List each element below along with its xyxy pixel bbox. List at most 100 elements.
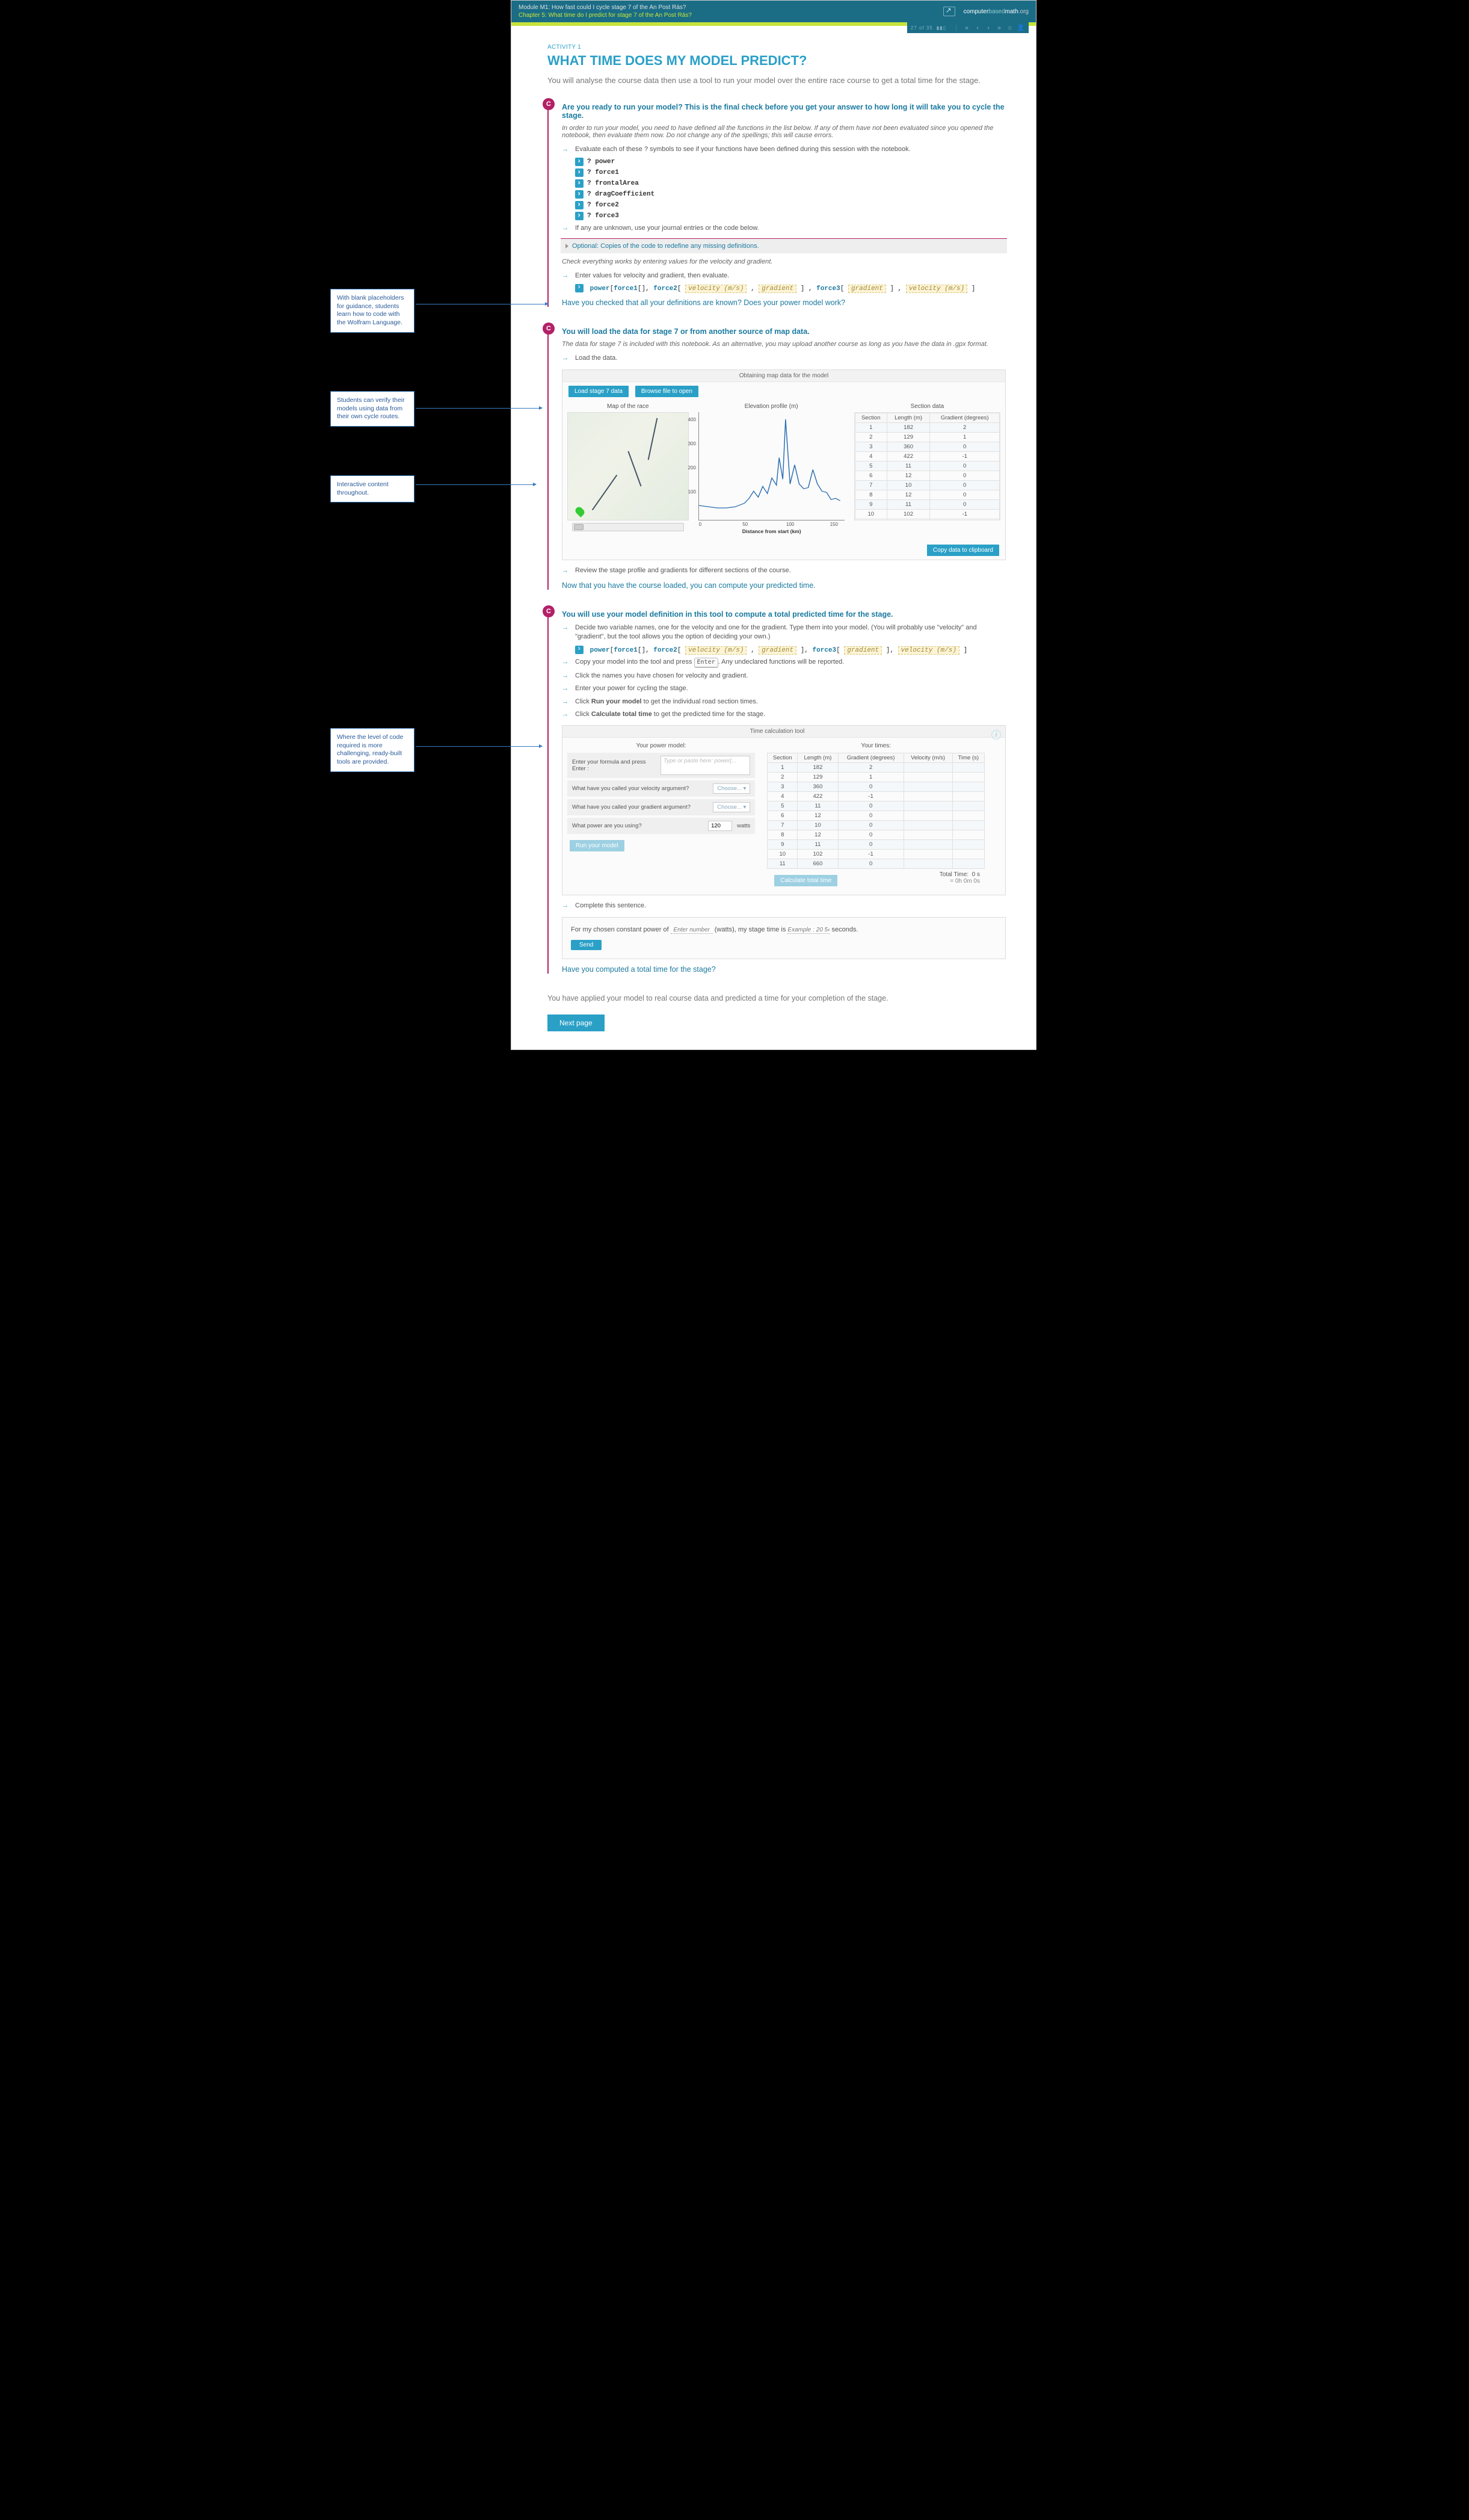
eval-icon[interactable] xyxy=(575,646,584,654)
code-input-line[interactable]: power[force1[], force2[ velocity (m/s) ,… xyxy=(575,646,1006,654)
eval-icon[interactable] xyxy=(575,284,584,292)
step-text: Click Run your model to get the individu… xyxy=(575,697,758,706)
section-compute-time: C You will use your model definition in … xyxy=(547,610,1006,974)
copy-data-button[interactable]: Copy data to clipboard xyxy=(927,545,999,556)
table-row: 11822 xyxy=(768,763,985,773)
field-label: What have you called your gradient argum… xyxy=(572,804,708,811)
page-title: WHAT TIME DOES MY MODEL PREDICT? xyxy=(547,53,1006,69)
table-row: 9110 xyxy=(855,499,999,509)
col-heading: Your times: xyxy=(767,743,985,749)
nav-next-icon[interactable]: › xyxy=(984,25,993,31)
table-row: 4422-1 xyxy=(855,451,999,461)
step-text: Evaluate each of these ? symbols to see … xyxy=(575,145,911,154)
section-load-data: C You will load the data for stage 7 or … xyxy=(547,327,1006,590)
table-row: 11822 xyxy=(855,422,999,432)
map-slider[interactable] xyxy=(572,523,684,531)
table-row: 4422-1 xyxy=(768,792,985,801)
power-answer-input[interactable] xyxy=(671,927,713,934)
load-stage7-button[interactable]: Load stage 7 data xyxy=(568,386,629,397)
table-row: 7100 xyxy=(855,480,999,490)
map-marker-icon xyxy=(574,505,586,517)
definition-check[interactable]: ? dragCoefficient xyxy=(575,190,1006,199)
calc-total-button[interactable]: Calculate total time xyxy=(774,875,837,886)
nav-controls: « ‹ › » ⌂ 👤 xyxy=(956,25,1025,31)
table-row: 5110 xyxy=(768,801,985,811)
step-text: Decide two variable names, one for the v… xyxy=(575,623,1006,642)
sentence-completion: For my chosen constant power of (watts),… xyxy=(562,917,1006,959)
eval-icon[interactable] xyxy=(575,190,584,199)
run-model-button[interactable]: Run your model xyxy=(570,840,624,851)
compute-badge: C xyxy=(543,98,555,110)
send-button[interactable]: Send xyxy=(571,940,602,950)
home-icon[interactable]: ⌂ xyxy=(1006,25,1014,31)
table-row: 116600 xyxy=(768,859,985,869)
browse-file-button[interactable]: Browse file to open xyxy=(635,386,698,397)
table-header: Gradient (degrees) xyxy=(838,753,904,763)
brand-logo[interactable]: computerbasedmath.org xyxy=(964,8,1029,15)
annotation-placeholders: With blank placeholders for guidance, st… xyxy=(330,289,414,333)
power-input[interactable] xyxy=(708,821,732,831)
table-row: 8120 xyxy=(768,830,985,840)
header-bar: Module M1: How fast could I cycle stage … xyxy=(511,1,1036,22)
table-header: Time (s) xyxy=(952,753,984,763)
step-text: Enter your power for cycling the stage. xyxy=(575,684,688,693)
code-input-line[interactable]: power[force1[], force2[ velocity (m/s) ,… xyxy=(575,284,1006,292)
route-map[interactable] xyxy=(567,412,689,520)
next-page-button[interactable]: Next page xyxy=(547,1014,605,1031)
step-text: Load the data. xyxy=(575,354,617,363)
panel-title: Time calculation tool xyxy=(750,728,805,735)
eval-icon[interactable] xyxy=(575,179,584,188)
table-row: 33600 xyxy=(768,782,985,792)
nav-last-icon[interactable]: » xyxy=(995,25,1003,31)
compute-badge: C xyxy=(543,605,555,617)
nav-prev-icon[interactable]: ‹ xyxy=(973,25,982,31)
eval-icon[interactable] xyxy=(575,168,584,177)
nav-first-icon[interactable]: « xyxy=(962,25,971,31)
total-label: Total Time: xyxy=(940,871,969,878)
gradient-select[interactable]: Choose... ▾ xyxy=(713,802,750,812)
annotation-tools: Where the level of code required is more… xyxy=(330,728,414,772)
definition-check[interactable]: ? power xyxy=(575,158,1006,166)
step-text: Complete this sentence. xyxy=(575,901,646,910)
table-title: Section data xyxy=(854,403,1000,410)
table-row: 7100 xyxy=(768,821,985,830)
field-label: Enter your formula and press Enter : xyxy=(572,759,656,772)
table-header: Gradient (degrees) xyxy=(930,413,1000,422)
share-icon[interactable] xyxy=(943,7,955,16)
map-title: Map of the race xyxy=(567,403,689,410)
section-question: Now that you have the course loaded, you… xyxy=(562,581,1006,590)
section-check-model: C Are you ready to run your model? This … xyxy=(547,103,1006,307)
velocity-select[interactable]: Choose... ▾ xyxy=(713,783,750,794)
table-row: 10102-1 xyxy=(855,509,999,519)
eval-icon[interactable] xyxy=(575,212,584,220)
step-text: Review the stage profile and gradients f… xyxy=(575,566,791,575)
eval-icon[interactable] xyxy=(575,201,584,209)
time-answer-input[interactable] xyxy=(787,927,830,934)
annotation-interactive: Interactive content throughout. xyxy=(330,475,414,502)
formula-input[interactable]: Type or paste here: power[... xyxy=(661,756,750,775)
table-row: 10102-1 xyxy=(768,850,985,859)
page: Module M1: How fast could I cycle stage … xyxy=(511,0,1036,1050)
section-data-table: SectionLength (m)Gradient (degrees)11822… xyxy=(855,413,1000,520)
table-header: Length (m) xyxy=(887,413,930,422)
definition-check[interactable]: ? force1 xyxy=(575,168,1006,177)
closing-text: You have applied your model to real cour… xyxy=(547,994,1006,1002)
step-text: Copy your model into the tool and press … xyxy=(575,658,844,668)
table-header: Section xyxy=(855,413,887,422)
chapter-title: Chapter 5: What time do I predict for st… xyxy=(519,11,692,19)
chart-title: Elevation profile (m) xyxy=(694,403,849,410)
eval-icon[interactable] xyxy=(575,158,584,166)
module-title: Module M1: How fast could I cycle stage … xyxy=(519,4,692,11)
definition-check[interactable]: ? frontalArea xyxy=(575,179,1006,188)
optional-expand[interactable]: Optional: Copies of the code to redefine… xyxy=(561,238,1007,253)
chart-xlabel: Distance from start (km) xyxy=(699,528,845,534)
user-icon[interactable]: 👤 xyxy=(1017,25,1025,31)
total-value: 0 s xyxy=(972,871,980,878)
section-heading: You will load the data for stage 7 or fr… xyxy=(562,327,1006,336)
definition-check[interactable]: ? force2 xyxy=(575,201,1006,209)
definition-check[interactable]: ? force3 xyxy=(575,212,1006,220)
section-subtext: Check everything works by entering value… xyxy=(562,258,1006,265)
info-icon[interactable]: i xyxy=(991,730,1001,740)
map-data-panel: Obtaining map data for the model Load st… xyxy=(562,369,1006,560)
total-alt: = 0h 0m 0s xyxy=(950,878,980,885)
